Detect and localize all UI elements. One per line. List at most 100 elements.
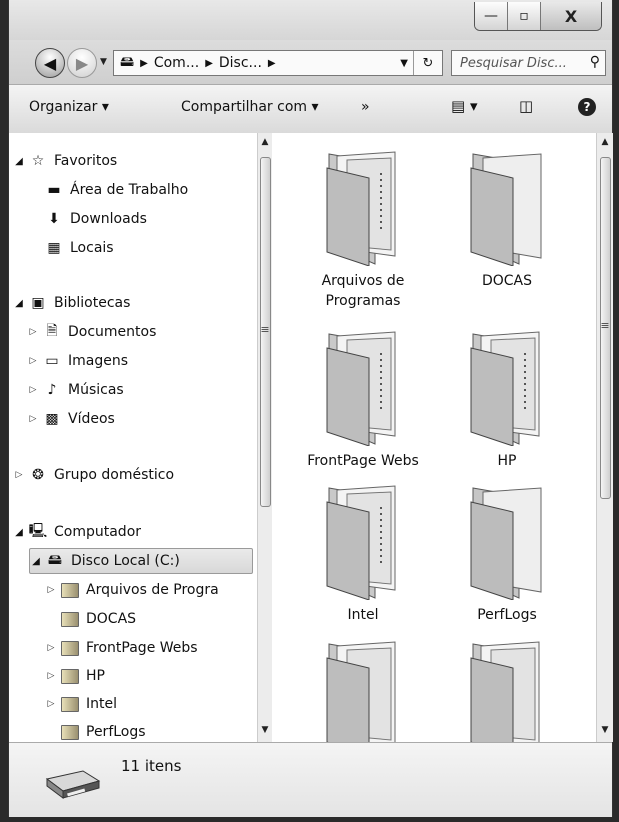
folder-item-arquivos[interactable]: Arquivos de Programas (288, 143, 438, 309)
expand-open-icon[interactable]: ◢ (13, 156, 25, 167)
tree-computer[interactable]: ◢ 🖳 Computador (13, 520, 141, 544)
folder-label: Intel (347, 607, 379, 623)
expand-closed-icon[interactable]: ▷ (13, 470, 25, 480)
scroll-down-arrow-icon[interactable]: ▼ (597, 725, 613, 735)
drive-icon: 🖴 (120, 54, 135, 70)
folder-item-perflogs[interactable]: PerfLogs (432, 477, 582, 627)
address-bar-area: ◀ ▶ ▼ 🖴 ▶ Com... ▶ Disc... ▶ ▼ ↻ Pesquis… (9, 40, 612, 84)
star-icon: ☆ (31, 153, 45, 169)
back-button[interactable]: ◀ (35, 48, 65, 78)
tree-local-disk[interactable]: ◢ 🖴 Disco Local (C:) (29, 548, 253, 574)
search-placeholder: Pesquisar Disc... (460, 55, 567, 71)
folder-item-partial[interactable] (288, 633, 438, 742)
more-commands-button[interactable]: » (361, 99, 370, 115)
folder-icon (60, 696, 80, 712)
folder-icon (470, 153, 542, 266)
tree-item-music[interactable]: ▷ ♪ Músicas (27, 378, 124, 402)
expand-closed-icon[interactable]: ▷ (45, 699, 57, 709)
downloads-icon: ⬇ (48, 211, 60, 227)
folder-with-files-icon (326, 151, 396, 266)
view-options-icon[interactable]: ▤ ▾ (451, 97, 477, 115)
tree-folder-arquivos[interactable]: ▷ Arquivos de Progra (45, 578, 219, 602)
expand-closed-icon[interactable]: ▷ (27, 356, 39, 366)
expand-open-icon[interactable]: ◢ (13, 527, 25, 538)
tree-item-places[interactable]: ▦ Locais (41, 236, 113, 260)
folder-item-hp[interactable]: HP (432, 323, 582, 473)
folder-item-partial[interactable] (432, 633, 582, 742)
tree-favorites[interactable]: ◢ ☆ Favoritos (13, 149, 117, 173)
expand-closed-icon[interactable]: ▷ (27, 385, 39, 395)
folder-with-files-icon (326, 485, 396, 600)
folder-label: PerfLogs (477, 607, 537, 623)
folder-item-frontpage[interactable]: FrontPage Webs (288, 323, 438, 473)
expand-closed-icon[interactable]: ▷ (45, 643, 57, 653)
preview-pane-icon[interactable]: ◫ (519, 97, 533, 115)
expand-open-icon[interactable]: ◢ (30, 556, 42, 567)
expand-closed-icon[interactable]: ▷ (45, 671, 57, 681)
details-pane: 11 itens (9, 742, 612, 817)
folder-icon (60, 640, 80, 656)
scroll-up-arrow-icon[interactable]: ▲ (597, 137, 613, 147)
places-icon: ▦ (47, 240, 61, 256)
music-note-icon: ♪ (47, 382, 57, 398)
command-toolbar: Organizar ▾ Compartilhar com ▾ » ▤ ▾ ◫ ? (9, 84, 612, 134)
folder-label: FrontPage Webs (307, 453, 419, 469)
drive-icon: 🖴 (47, 552, 63, 568)
scroll-down-arrow-icon[interactable]: ▼ (258, 725, 272, 735)
expand-closed-icon[interactable]: ▷ (27, 414, 39, 424)
hard-drive-icon (45, 770, 101, 799)
tree-libraries[interactable]: ◢ ▣ Bibliotecas (13, 291, 130, 315)
maximize-button[interactable]: ▫ (508, 2, 541, 30)
tree-homegroup[interactable]: ▷ ❂ Grupo doméstico (13, 463, 175, 487)
close-button[interactable]: X (541, 2, 601, 30)
recent-pages-dropdown[interactable]: ▼ (100, 57, 107, 67)
window-controls: — ▫ X (474, 2, 602, 31)
refresh-button[interactable]: ↻ (413, 51, 442, 75)
scroll-up-arrow-icon[interactable]: ▲ (258, 137, 272, 147)
folder-item-docas[interactable]: DOCAS (432, 143, 582, 293)
organize-menu[interactable]: Organizar ▾ (29, 99, 109, 115)
content-scrollbar[interactable]: ▲ ≡ ▼ (596, 133, 613, 742)
forward-button[interactable]: ▶ (67, 48, 97, 78)
tree-folder-intel[interactable]: ▷ Intel (45, 692, 117, 716)
folder-label: DOCAS (481, 273, 533, 289)
address-dropdown-icon[interactable]: ▼ (400, 58, 408, 69)
tree-folder-docas[interactable]: DOCAS (45, 607, 136, 631)
folder-icon (470, 487, 542, 600)
tree-item-documents[interactable]: ▷ 🗎 Documentos (27, 320, 157, 344)
chevron-right-icon[interactable]: ▶ (268, 58, 276, 69)
expand-closed-icon[interactable]: ▷ (27, 327, 39, 337)
chevron-right-icon[interactable]: ▶ (140, 58, 148, 69)
scroll-grip-icon: ≡ (600, 319, 610, 332)
tree-item-videos[interactable]: ▷ ▩ Vídeos (27, 407, 115, 431)
search-icon[interactable]: ⚲ (590, 54, 600, 70)
image-icon: ▭ (45, 353, 59, 369)
address-field[interactable]: 🖴 ▶ Com... ▶ Disc... ▶ ▼ ↻ (113, 50, 443, 76)
breadcrumb-computer[interactable]: Com... (154, 55, 199, 71)
minimize-button[interactable]: — (475, 2, 508, 30)
tree-item-downloads[interactable]: ⬇ Downloads (41, 207, 147, 231)
help-icon[interactable]: ? (578, 98, 596, 116)
folder-label: Arquivos de Programas (321, 273, 405, 309)
tree-item-images[interactable]: ▷ ▭ Imagens (27, 349, 128, 373)
content-pane: Arquivos de Programas DOCAS FrontPage Web… (272, 133, 596, 742)
folder-label: HP (497, 453, 517, 469)
item-count: 11 itens (121, 757, 182, 775)
breadcrumb-disk[interactable]: Disc... (219, 55, 262, 71)
document-icon: 🗎 (46, 323, 58, 339)
expand-closed-icon[interactable]: ▷ (45, 585, 57, 595)
search-input[interactable]: Pesquisar Disc... ⚲ (451, 50, 606, 76)
tree-item-desktop[interactable]: ▬ Área de Trabalho (41, 178, 188, 202)
folder-icon (60, 611, 80, 627)
nav-scrollbar[interactable]: ▲ ≡ ▼ (257, 133, 272, 742)
tree-folder-frontpage[interactable]: ▷ FrontPage Webs (45, 636, 198, 660)
share-menu[interactable]: Compartilhar com ▾ (181, 99, 319, 115)
forward-arrow-icon: ▶ (75, 53, 89, 73)
folder-item-intel[interactable]: Intel (288, 477, 438, 627)
expand-open-icon[interactable]: ◢ (13, 298, 25, 309)
tree-folder-hp[interactable]: ▷ HP (45, 664, 105, 688)
tree-folder-perflogs[interactable]: PerfLogs (45, 720, 146, 742)
explorer-window: — ▫ X ◀ ▶ ▼ 🖴 ▶ Com... ▶ Disc... ▶ ▼ ↻ P… (8, 0, 613, 817)
chevron-right-icon[interactable]: ▶ (205, 58, 213, 69)
film-icon: ▩ (45, 411, 59, 427)
